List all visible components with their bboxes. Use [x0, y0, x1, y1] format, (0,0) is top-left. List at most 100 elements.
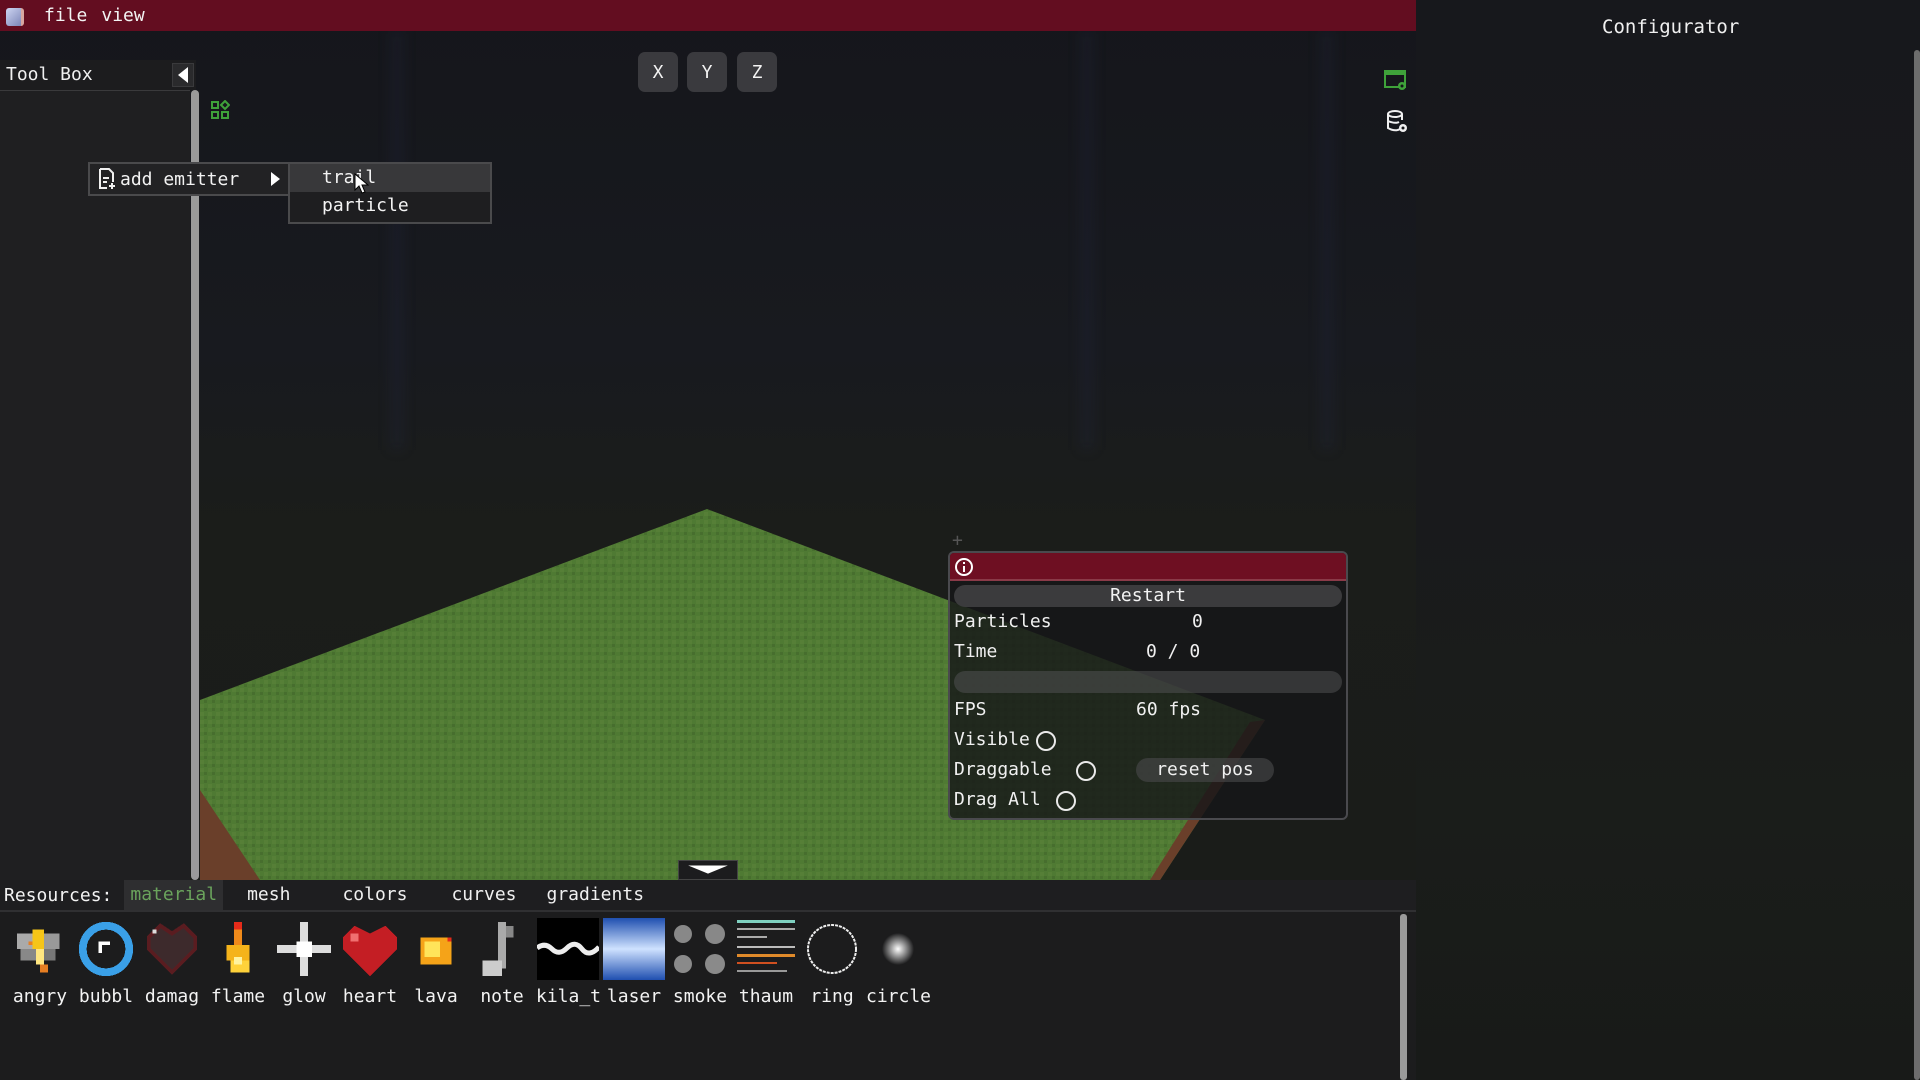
- add-emitter-label: add emitter: [120, 168, 240, 190]
- visible-toggle[interactable]: [1036, 731, 1056, 751]
- configurator-scrollbar[interactable]: [1914, 50, 1920, 1080]
- resource-item-label: damag: [144, 986, 200, 1007]
- resource-item-bubbl[interactable]: bubbl: [74, 918, 138, 1007]
- configurator-panel: [1416, 0, 1920, 1080]
- resource-item-label: smoke: [672, 986, 728, 1007]
- resource-item-kila_t[interactable]: kila_t: [535, 918, 602, 1007]
- resource-item-note[interactable]: note: [470, 918, 534, 1007]
- resource-item-angry[interactable]: angry: [8, 918, 72, 1007]
- toolbox-header: Tool Box: [0, 60, 196, 90]
- particles-row: Particles 0: [950, 607, 1346, 637]
- tab-mesh[interactable]: mesh: [241, 880, 296, 910]
- resources-tab-bar: Resources: material mesh colors curves g…: [0, 880, 1416, 910]
- reset-pos-button[interactable]: reset pos: [1136, 758, 1274, 782]
- visible-label: Visible: [954, 729, 1030, 750]
- resource-item-label: kila_t: [536, 986, 602, 1007]
- menu-bar: file view: [0, 0, 1416, 31]
- bubble-particle-icon: [75, 918, 137, 980]
- time-value: 0 / 0: [1146, 641, 1201, 662]
- configurator-title: Configurator: [1602, 16, 1740, 38]
- resource-item-label: angry: [12, 986, 68, 1007]
- kila-trail-icon: [535, 918, 601, 980]
- axis-x-button[interactable]: X: [638, 52, 678, 92]
- resource-item-label: heart: [342, 986, 398, 1007]
- chevron-down-icon: [688, 865, 728, 874]
- resource-item-damag[interactable]: damag: [140, 918, 204, 1007]
- info-icon[interactable]: [954, 557, 974, 577]
- database-settings-icon[interactable]: [1386, 110, 1408, 134]
- draggable-label: Draggable: [954, 759, 1052, 780]
- angry-particle-icon: [9, 918, 71, 980]
- stats-panel-header[interactable]: [950, 553, 1346, 581]
- resources-scrollbar[interactable]: [1400, 914, 1407, 1080]
- drag-all-label: Drag All: [954, 789, 1041, 810]
- resource-item-ring[interactable]: ring: [800, 918, 864, 1007]
- lava-icon: [405, 918, 467, 980]
- draggable-row: Draggable reset pos: [950, 755, 1346, 785]
- crosshair-icon: +: [952, 530, 963, 551]
- restart-button[interactable]: Restart: [954, 585, 1342, 607]
- smoke-icon: [669, 918, 731, 980]
- resource-item-heart[interactable]: heart: [338, 918, 402, 1007]
- emitter-submenu: trail particle: [288, 162, 492, 224]
- time-row: Time 0 / 0: [950, 637, 1346, 667]
- drag-all-toggle[interactable]: [1056, 791, 1076, 811]
- resource-item-label: glow: [282, 986, 326, 1007]
- draggable-toggle[interactable]: [1076, 761, 1096, 781]
- drag-all-row: Drag All: [950, 785, 1346, 815]
- tab-curves[interactable]: curves: [445, 880, 522, 910]
- resource-item-label: note: [480, 986, 524, 1007]
- music-note-icon: [471, 918, 533, 980]
- tab-colors[interactable]: colors: [336, 880, 413, 910]
- toolbox-title: Tool Box: [6, 64, 93, 85]
- context-menu-add-emitter[interactable]: add emitter: [88, 162, 290, 196]
- resources-label: Resources:: [4, 884, 113, 906]
- flame-icon: [207, 918, 269, 980]
- chevron-left-icon: [178, 67, 188, 83]
- particles-label: Particles: [954, 611, 1052, 632]
- tab-gradients[interactable]: gradients: [541, 880, 651, 910]
- laser-icon: [603, 918, 665, 980]
- resource-item-smoke[interactable]: smoke: [668, 918, 732, 1007]
- resource-item-glow[interactable]: glow: [272, 918, 336, 1007]
- resource-item-flame[interactable]: flame: [206, 918, 270, 1007]
- resource-item-thaum[interactable]: thaum: [734, 918, 798, 1007]
- heart-icon: [339, 918, 401, 980]
- axis-z-button[interactable]: Z: [737, 52, 777, 92]
- toolbox-collapse-button[interactable]: [172, 63, 194, 87]
- fps-row: FPS 60 fps: [950, 695, 1346, 725]
- resource-item-circle[interactable]: circle: [866, 918, 932, 1007]
- submenu-item-particle[interactable]: particle: [290, 192, 490, 220]
- tab-material[interactable]: material: [124, 880, 224, 910]
- thaum-icon: [735, 918, 797, 980]
- layout-grid-icon[interactable]: [210, 100, 230, 120]
- glow-sparkle-icon: [273, 918, 335, 980]
- emitter-stats-panel: Restart Particles 0 Time 0 / 0 FPS 60 fp…: [948, 551, 1348, 820]
- submenu-arrow-icon: [271, 172, 280, 186]
- toolbox-body: [0, 90, 190, 880]
- resource-item-laser[interactable]: laser: [602, 918, 666, 1007]
- menu-view[interactable]: view: [101, 5, 144, 26]
- resource-item-lava[interactable]: lava: [404, 918, 468, 1007]
- fps-label: FPS: [954, 699, 987, 720]
- file-add-icon: [99, 168, 115, 189]
- resource-item-label: bubbl: [78, 986, 134, 1007]
- resource-item-label: laser: [606, 986, 662, 1007]
- time-label: Time: [954, 641, 998, 662]
- ring-icon: [801, 918, 863, 980]
- window-settings-icon[interactable]: [1384, 70, 1408, 92]
- fps-value: 60 fps: [1136, 699, 1202, 720]
- submenu-item-trail[interactable]: trail: [290, 164, 490, 192]
- axis-y-button[interactable]: Y: [687, 52, 727, 92]
- mouse-cursor-icon: [354, 173, 370, 194]
- resource-item-label: circle: [866, 986, 932, 1007]
- particles-value: 0: [1192, 611, 1203, 632]
- time-progress-bar[interactable]: [954, 671, 1342, 693]
- circle-glow-icon: [867, 918, 929, 980]
- app-logo-icon: [4, 4, 28, 28]
- resources-collapse-button[interactable]: [678, 860, 738, 880]
- damage-heart-icon: [141, 918, 203, 980]
- resource-item-label: lava: [414, 986, 458, 1007]
- toolbox-scrollbar[interactable]: [191, 90, 199, 880]
- menu-file[interactable]: file: [44, 5, 87, 26]
